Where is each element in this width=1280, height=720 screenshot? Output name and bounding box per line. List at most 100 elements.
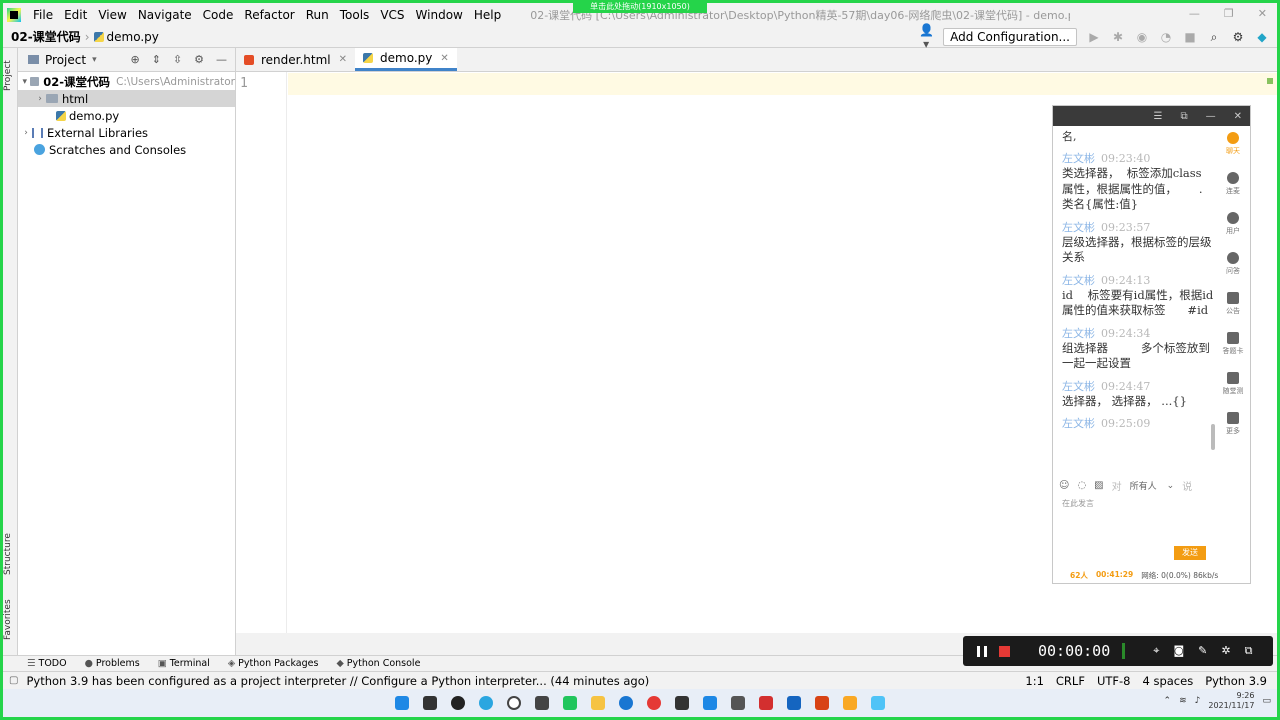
menu-refactor[interactable]: Refactor bbox=[244, 8, 294, 22]
add-configuration-button[interactable]: Add Configuration... bbox=[943, 28, 1077, 46]
image-icon[interactable]: ▨ bbox=[1094, 480, 1103, 491]
breadcrumb-file[interactable]: demo.py bbox=[107, 30, 159, 44]
menu-window[interactable]: Window bbox=[416, 8, 463, 22]
chat-message-list[interactable]: 名, 左文彬 09:23:40 类选择器， 标签添加class 属性，根据属性的值… bbox=[1062, 126, 1214, 464]
profile-icon[interactable]: ◔ bbox=[1159, 30, 1173, 44]
chrome-icon[interactable] bbox=[647, 696, 661, 710]
sidebar-item-quiz[interactable]: 随堂测 bbox=[1223, 372, 1244, 408]
gear-icon[interactable]: ⚙ bbox=[194, 53, 204, 66]
qq-icon[interactable] bbox=[479, 696, 493, 710]
wifi-icon[interactable]: ≋ bbox=[1179, 696, 1187, 706]
pycharm-icon[interactable] bbox=[563, 696, 577, 710]
task-view-icon[interactable] bbox=[423, 696, 437, 710]
app-icon[interactable] bbox=[843, 696, 857, 710]
structure-tool-tab[interactable]: Structure bbox=[3, 528, 18, 580]
menu-edit[interactable]: Edit bbox=[64, 8, 87, 22]
project-view-selector[interactable]: Project bbox=[45, 53, 86, 67]
minimize-recorder-icon[interactable]: ⧉ bbox=[1245, 644, 1253, 658]
settings-icon[interactable]: ✲ bbox=[1221, 644, 1230, 658]
chevron-right-icon[interactable]: › bbox=[34, 94, 46, 104]
menu-vcs[interactable]: VCS bbox=[380, 8, 404, 22]
inspection-ok-icon[interactable] bbox=[1267, 78, 1273, 84]
chat-bubble-icon[interactable]: ◌ bbox=[1077, 480, 1086, 491]
stop-icon[interactable]: ■ bbox=[1183, 30, 1197, 44]
layout-icon[interactable]: ▢ bbox=[9, 675, 18, 686]
menu-code[interactable]: Code bbox=[203, 8, 234, 22]
close-tab-icon[interactable]: ✕ bbox=[440, 53, 448, 64]
sidebar-item-qa[interactable]: 问答 bbox=[1226, 252, 1240, 288]
tab-render-html[interactable]: render.html ✕ bbox=[236, 48, 355, 71]
project-tool-tab[interactable]: Project bbox=[3, 56, 18, 96]
maximize-icon[interactable]: ❐ bbox=[1224, 3, 1234, 25]
sidebar-item-answer-card[interactable]: 答题卡 bbox=[1223, 332, 1244, 368]
emoji-icon[interactable]: ☺ bbox=[1059, 480, 1069, 491]
problems-tool-button[interactable]: ● Problems bbox=[85, 658, 140, 669]
typora-icon[interactable] bbox=[535, 696, 549, 710]
breadcrumb-project[interactable]: 02-课堂代码 bbox=[11, 28, 81, 45]
expand-all-icon[interactable]: ⇕ bbox=[152, 53, 161, 66]
app-icon[interactable] bbox=[507, 696, 521, 710]
app-icon[interactable] bbox=[451, 696, 465, 710]
debug-icon[interactable]: ✱ bbox=[1111, 30, 1125, 44]
coverage-icon[interactable]: ◉ bbox=[1135, 30, 1149, 44]
app-icon[interactable] bbox=[731, 696, 745, 710]
tree-item-external-libraries[interactable]: › External Libraries bbox=[18, 124, 235, 141]
tree-item-html[interactable]: › html bbox=[18, 90, 235, 107]
indent-setting[interactable]: 4 spaces bbox=[1142, 674, 1193, 688]
line-separator[interactable]: CRLF bbox=[1056, 674, 1085, 688]
tree-item-demo-py[interactable]: demo.py bbox=[18, 107, 235, 124]
todo-tool-button[interactable]: ☰ TODO bbox=[27, 658, 67, 669]
stop-record-icon[interactable] bbox=[999, 645, 1010, 657]
edge-icon[interactable] bbox=[619, 696, 633, 710]
chevron-up-icon[interactable]: ⌃ bbox=[1164, 696, 1172, 706]
app-icon[interactable] bbox=[871, 696, 885, 710]
restore-icon[interactable]: ⧉ bbox=[1180, 111, 1187, 122]
recording-drag-banner[interactable]: 单击此处拖动(1910x1050) bbox=[573, 0, 707, 13]
audience-select[interactable]: 所有人 ⌄ bbox=[1130, 479, 1175, 493]
close-icon[interactable]: ✕ bbox=[1258, 3, 1267, 25]
python-packages-tool-button[interactable]: ◈ Python Packages bbox=[228, 658, 319, 669]
sidebar-item-chat[interactable]: 聊天 bbox=[1226, 132, 1240, 168]
send-button[interactable]: 发送 bbox=[1174, 546, 1206, 560]
status-message[interactable]: Python 3.9 has been configured as a proj… bbox=[26, 674, 649, 688]
taskbar-clock[interactable]: 9:26 2021/11/17 bbox=[1208, 691, 1254, 711]
tree-item-scratches[interactable]: Scratches and Consoles bbox=[18, 141, 235, 158]
minimize-icon[interactable]: — bbox=[1206, 111, 1216, 122]
menu-icon[interactable]: ☰ bbox=[1154, 111, 1163, 122]
locate-icon[interactable]: ⊕ bbox=[130, 53, 139, 66]
menu-navigate[interactable]: Navigate bbox=[138, 8, 192, 22]
jetbrains-toolbox-icon[interactable]: ◆ bbox=[1255, 30, 1269, 44]
chevron-right-icon[interactable]: › bbox=[20, 128, 32, 138]
windows-start-icon[interactable] bbox=[395, 696, 409, 710]
chat-scrollbar[interactable] bbox=[1211, 424, 1215, 450]
menu-file[interactable]: File bbox=[33, 8, 53, 22]
sidebar-item-more[interactable]: 更多 bbox=[1226, 412, 1240, 448]
app-icon[interactable] bbox=[787, 696, 801, 710]
menu-tools[interactable]: Tools bbox=[340, 8, 370, 22]
hide-icon[interactable]: — bbox=[216, 53, 227, 66]
chevron-down-icon[interactable]: ▾ bbox=[20, 77, 30, 87]
tree-item-project-root[interactable]: ▾ 02-课堂代码 C:\Users\Administrator bbox=[18, 73, 235, 90]
minimize-icon[interactable]: — bbox=[1189, 3, 1200, 25]
favorites-tool-tab[interactable]: Favorites bbox=[3, 596, 18, 644]
region-icon[interactable]: ⌖ bbox=[1153, 644, 1159, 658]
notification-icon[interactable]: ▭ bbox=[1262, 696, 1271, 706]
app-icon[interactable] bbox=[703, 696, 717, 710]
tab-demo-py[interactable]: demo.py ✕ bbox=[355, 48, 457, 71]
pen-icon[interactable]: ✎ bbox=[1198, 644, 1207, 658]
sidebar-item-mic[interactable]: 连麦 bbox=[1226, 172, 1240, 208]
menu-view[interactable]: View bbox=[98, 8, 126, 22]
close-tab-icon[interactable]: ✕ bbox=[339, 54, 347, 65]
close-icon[interactable]: ✕ bbox=[1234, 111, 1242, 122]
terminal-tool-button[interactable]: ▣ Terminal bbox=[158, 658, 210, 669]
menu-run[interactable]: Run bbox=[306, 8, 329, 22]
settings-gear-icon[interactable]: ⚙ bbox=[1231, 30, 1245, 44]
volume-icon[interactable]: ♪ bbox=[1195, 696, 1201, 706]
python-interpreter[interactable]: Python 3.9 bbox=[1205, 674, 1267, 688]
search-icon[interactable]: ⌕ bbox=[1207, 30, 1221, 45]
camera-icon[interactable]: ◙ bbox=[1173, 644, 1184, 658]
collapse-all-icon[interactable]: ⇳ bbox=[173, 53, 182, 66]
file-explorer-icon[interactable] bbox=[591, 696, 605, 710]
terminal-icon[interactable] bbox=[675, 696, 689, 710]
sidebar-item-users[interactable]: 用户 bbox=[1226, 212, 1240, 248]
